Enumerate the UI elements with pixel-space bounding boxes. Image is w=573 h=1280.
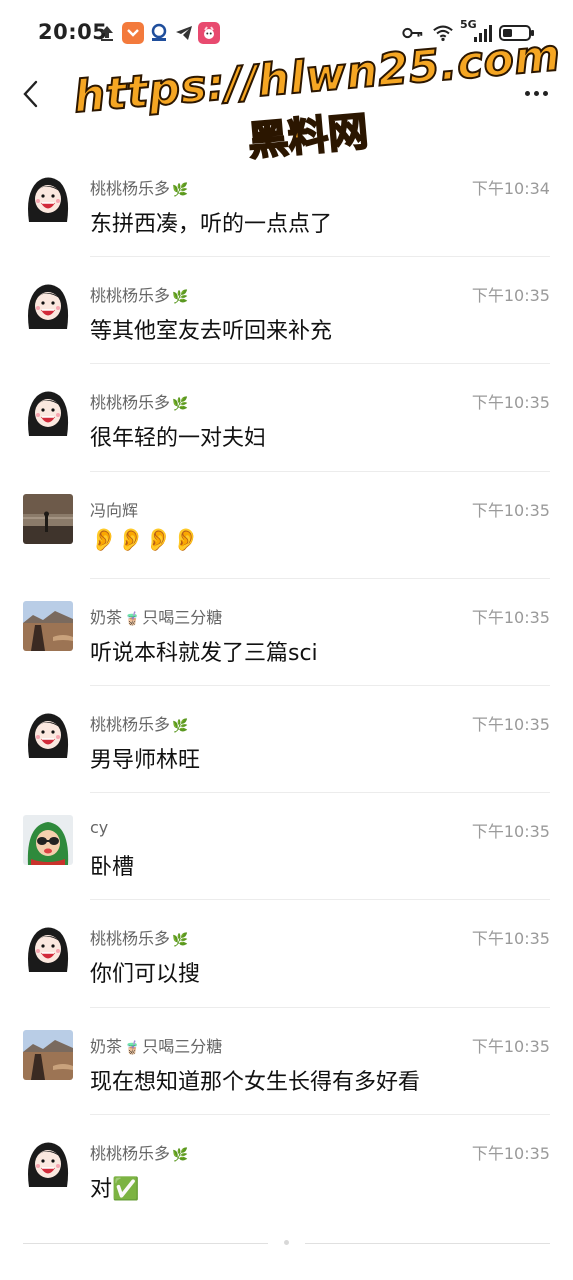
sender-name-text: 桃桃杨乐多 bbox=[90, 1143, 171, 1163]
avatar[interactable] bbox=[23, 922, 73, 973]
sender-name[interactable]: 桃桃杨乐多 🌿 bbox=[90, 1140, 190, 1164]
avatar[interactable] bbox=[23, 1029, 73, 1080]
sender-name[interactable]: 桃桃杨乐多 🌿 bbox=[90, 175, 190, 199]
message-item[interactable]: 桃桃杨乐多 🌿 下午10:35 男导师林旺 bbox=[0, 686, 573, 794]
message-time: 下午10:35 bbox=[471, 714, 550, 734]
message-time: 下午10:35 bbox=[471, 393, 550, 413]
sender-name-text: 奶茶 bbox=[90, 607, 123, 627]
message-item[interactable]: 桃桃杨乐多 🌿 下午10:34 东拼西凑，听的一点点了 bbox=[0, 150, 573, 258]
avatar[interactable] bbox=[23, 600, 73, 651]
milk-tea-emoji-icon: 🧋 bbox=[124, 611, 141, 627]
avatar[interactable] bbox=[23, 386, 73, 437]
back-button[interactable] bbox=[14, 74, 46, 114]
avatar[interactable] bbox=[23, 815, 73, 866]
sender-name[interactable]: 桃桃杨乐多 🌿 bbox=[90, 282, 190, 306]
bottom-dot bbox=[284, 1240, 289, 1245]
sender-name[interactable]: 奶茶 🧋 只喝三分糖 bbox=[90, 1033, 222, 1057]
sender-name-suffix: 只喝三分糖 bbox=[142, 607, 223, 627]
message-item[interactable]: 桃桃杨乐多 🌿 下午10:35 很年轻的一对夫妇 bbox=[0, 364, 573, 472]
bottom-divider bbox=[23, 1243, 268, 1244]
message-text[interactable]: 很年轻的一对夫妇 bbox=[90, 420, 266, 452]
message-text[interactable]: 东拼西凑，听的一点点了 bbox=[90, 206, 332, 238]
message-item[interactable]: 奶茶 🧋 只喝三分糖 下午10:35 听说本科就发了三篇sci bbox=[0, 579, 573, 686]
message-item[interactable]: 桃桃杨乐多 🌿 下午10:35 你们可以搜 bbox=[0, 900, 573, 1008]
sender-name[interactable]: 奶茶 🧋 只喝三分糖 bbox=[90, 604, 222, 628]
sender-name[interactable]: 桃桃杨乐多 🌿 bbox=[90, 925, 190, 949]
message-time: 下午10:34 bbox=[471, 179, 550, 198]
avatar[interactable] bbox=[23, 172, 73, 222]
message-text[interactable]: 现在想知道那个女生长得有多好看 bbox=[90, 1064, 420, 1096]
message-time: 下午10:35 bbox=[471, 929, 550, 949]
message-item[interactable]: 桃桃杨乐多 🌿 下午10:35 等其他室友去听回来补充 bbox=[0, 257, 573, 365]
taobao-app-icon bbox=[122, 22, 144, 44]
message-text[interactable]: 你们可以搜 bbox=[90, 956, 200, 988]
message-item[interactable]: cy 下午10:35 卧槽 bbox=[0, 793, 573, 901]
leaf-emoji-icon: 🌿 bbox=[172, 933, 189, 949]
message-text[interactable]: 听说本科就发了三篇sci bbox=[90, 635, 318, 667]
sender-name-text: cy bbox=[90, 818, 109, 838]
leaf-emoji-icon: 🌿 bbox=[172, 290, 189, 306]
chevron-left-icon bbox=[23, 80, 38, 108]
message-text[interactable]: 等其他室友去听回来补充 bbox=[90, 313, 332, 345]
sender-name[interactable]: 冯向辉 bbox=[90, 497, 138, 521]
telegram-icon bbox=[173, 22, 195, 44]
message-item[interactable]: 冯向辉 下午10:35 👂👂👂👂 bbox=[0, 472, 573, 579]
message-time: 下午10:35 bbox=[471, 1143, 550, 1163]
milk-tea-emoji-icon: 🧋 bbox=[124, 1040, 141, 1056]
leaf-emoji-icon: 🌿 bbox=[172, 1147, 189, 1163]
avatar[interactable] bbox=[23, 1136, 73, 1187]
message-text[interactable]: 对✅ bbox=[90, 1171, 139, 1203]
message-item[interactable]: 桃桃杨乐多 🌿 下午10:35 对✅ bbox=[0, 1115, 573, 1222]
avatar[interactable] bbox=[23, 279, 73, 330]
sender-name-text: 冯向辉 bbox=[90, 500, 139, 520]
sender-name-text: 桃桃杨乐多 bbox=[90, 393, 171, 413]
message-time: 下午10:35 bbox=[471, 286, 550, 306]
message-time: 下午10:35 bbox=[471, 1036, 550, 1056]
upload-icon bbox=[96, 22, 118, 44]
avatar[interactable] bbox=[23, 493, 73, 544]
bottom-divider bbox=[305, 1243, 550, 1244]
sender-name-suffix: 只喝三分糖 bbox=[142, 1036, 223, 1056]
sender-name-text: 桃桃杨乐多 bbox=[90, 286, 171, 306]
sender-name[interactable]: 桃桃杨乐多 🌿 bbox=[90, 389, 190, 413]
sender-name[interactable]: 桃桃杨乐多 🌿 bbox=[90, 711, 190, 735]
message-text[interactable]: 男导师林旺 bbox=[90, 742, 200, 774]
message-time: 下午10:35 bbox=[471, 822, 550, 842]
leaf-emoji-icon: 🌿 bbox=[172, 718, 189, 734]
message-list: 桃桃杨乐多 🌿 下午10:34 东拼西凑，听的一点点了 桃桃杨乐多 🌿 下午10:35 等其他… bbox=[0, 150, 573, 1222]
sender-name[interactable]: cy bbox=[90, 818, 108, 837]
message-text[interactable]: 👂👂👂👂 bbox=[90, 528, 200, 553]
sender-name-text: 奶茶 bbox=[90, 1036, 123, 1056]
message-item[interactable]: 奶茶 🧋 只喝三分糖 下午10:35 现在想知道那个女生长得有多好看 bbox=[0, 1008, 573, 1115]
sender-name-text: 桃桃杨乐多 bbox=[90, 929, 171, 949]
message-time: 下午10:35 bbox=[471, 500, 550, 520]
sender-name-text: 桃桃杨乐多 bbox=[90, 179, 171, 198]
message-time: 下午10:35 bbox=[471, 607, 550, 627]
avatar[interactable] bbox=[23, 707, 73, 758]
bank-app-icon bbox=[148, 22, 170, 44]
leaf-emoji-icon: 🌿 bbox=[172, 183, 189, 198]
leaf-emoji-icon: 🌿 bbox=[172, 397, 189, 413]
message-text[interactable]: 卧槽 bbox=[90, 849, 134, 881]
game-app-icon bbox=[198, 22, 220, 44]
sender-name-text: 桃桃杨乐多 bbox=[90, 714, 171, 734]
